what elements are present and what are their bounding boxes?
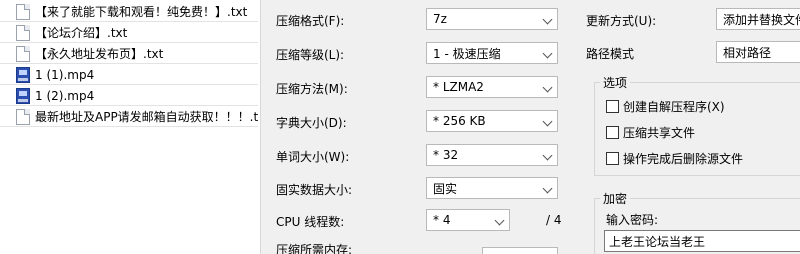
dictionary-size-label: 字典大小(D): [276,116,347,130]
memory-usage-field [482,247,558,254]
cpu-threads-total: / 4 [546,213,562,227]
text-file-icon [16,108,30,125]
encryption-group-title: 加密 [600,190,631,207]
solid-block-size-select[interactable]: 固实 [426,177,558,199]
password-input[interactable]: 上老王论坛当老王 [604,230,800,252]
compress-shared-checkbox[interactable] [606,126,619,139]
file-name: 1 (1).mp4 [35,67,95,82]
dictionary-size-select[interactable]: * 256 KB [426,110,558,132]
chevron-down-icon [542,183,553,194]
file-list-item[interactable]: 1 (2).mp4 [0,86,258,106]
file-name: 【论坛介绍】.txt [35,26,128,40]
file-name: 最新地址及APP请发邮箱自动获取！！！.txt [35,110,258,124]
dictionary-size-value: * 256 KB [433,114,486,128]
chevron-down-icon [542,48,553,59]
level-label: 压缩等级(L): [276,48,345,62]
delete-after-checkbox-row[interactable]: 操作完成后删除源文件 [606,150,743,167]
compression-level-value: 1 - 极速压缩 [433,46,501,61]
path-mode-label: 路径模式 [586,47,635,61]
format-label: 压缩格式(F): [276,14,345,28]
options-group-title: 选项 [600,74,631,91]
path-mode-value: 相对路径 [723,45,772,60]
update-mode-value: 添加并替换文件 [723,12,800,27]
archive-format-value: 7z [433,12,447,26]
delete-after-label: 操作完成后删除源文件 [623,152,744,166]
cpu-threads-select[interactable]: * 4 [426,209,510,231]
video-file-icon [16,66,30,83]
file-list-item[interactable]: 1 (1).mp4 [0,65,258,85]
word-size-value: * 32 [433,148,459,162]
create-sfx-label: 创建自解压程序(X) [623,100,725,114]
chevron-down-icon [542,150,553,161]
file-name: 【来了就能下载和观看！纯免费！】.txt [35,5,248,19]
password-input-value: 上老王论坛当老王 [609,234,706,249]
chevron-down-icon [542,82,553,93]
file-list-item[interactable]: 【来了就能下载和观看！纯免费！】.txt [0,2,258,22]
text-file-icon [16,24,30,41]
file-list-item[interactable]: 【永久地址发布页】.txt [0,44,258,64]
compression-method-value: * LZMA2 [433,80,484,94]
compress-shared-checkbox-row[interactable]: 压缩共享文件 [606,124,695,141]
file-name: 1 (2).mp4 [35,88,95,103]
update-mode-select[interactable]: 添加并替换文件 [716,8,800,30]
file-list-item[interactable]: 【论坛介绍】.txt [0,23,258,43]
chevron-down-icon [542,116,553,127]
word-size-select[interactable]: * 32 [426,144,558,166]
file-list-item[interactable]: 最新地址及APP请发邮箱自动获取！！！.txt [0,107,258,127]
memory-usage-label: 压缩所需内存: [276,243,353,254]
compress-shared-label: 压缩共享文件 [623,126,696,140]
file-name: 【永久地址发布页】.txt [35,47,164,61]
chevron-down-icon [494,215,505,226]
cpu-threads-label: CPU 线程数: [276,215,345,229]
create-sfx-checkbox[interactable] [606,100,619,113]
text-file-icon [16,3,30,20]
video-file-icon [16,87,30,104]
delete-after-checkbox[interactable] [606,152,619,165]
password-label: 输入密码: [606,213,659,227]
file-list-pane: 【来了就能下载和观看！纯免费！】.txt 【论坛介绍】.txt 【永久地址发布页… [0,0,260,254]
add-to-archive-dialog: 压缩格式(F): 压缩等级(L): 压缩方法(M): 字典大小(D): 单词大小… [266,0,800,254]
solid-block-size-label: 固实数据大小: [276,183,353,197]
create-sfx-checkbox-row[interactable]: 创建自解压程序(X) [606,98,725,115]
archive-format-select[interactable]: 7z [426,8,558,30]
text-file-icon [16,45,30,62]
solid-block-size-value: 固实 [433,181,458,196]
path-mode-select[interactable]: 相对路径 [716,41,800,63]
compression-method-select[interactable]: * LZMA2 [426,76,558,98]
compression-level-select[interactable]: 1 - 极速压缩 [426,42,558,64]
update-mode-label: 更新方式(U): [586,14,657,28]
word-size-label: 单词大小(W): [276,150,350,164]
cpu-threads-value: * 4 [433,213,451,227]
chevron-down-icon [542,14,553,25]
method-label: 压缩方法(M): [276,82,348,96]
